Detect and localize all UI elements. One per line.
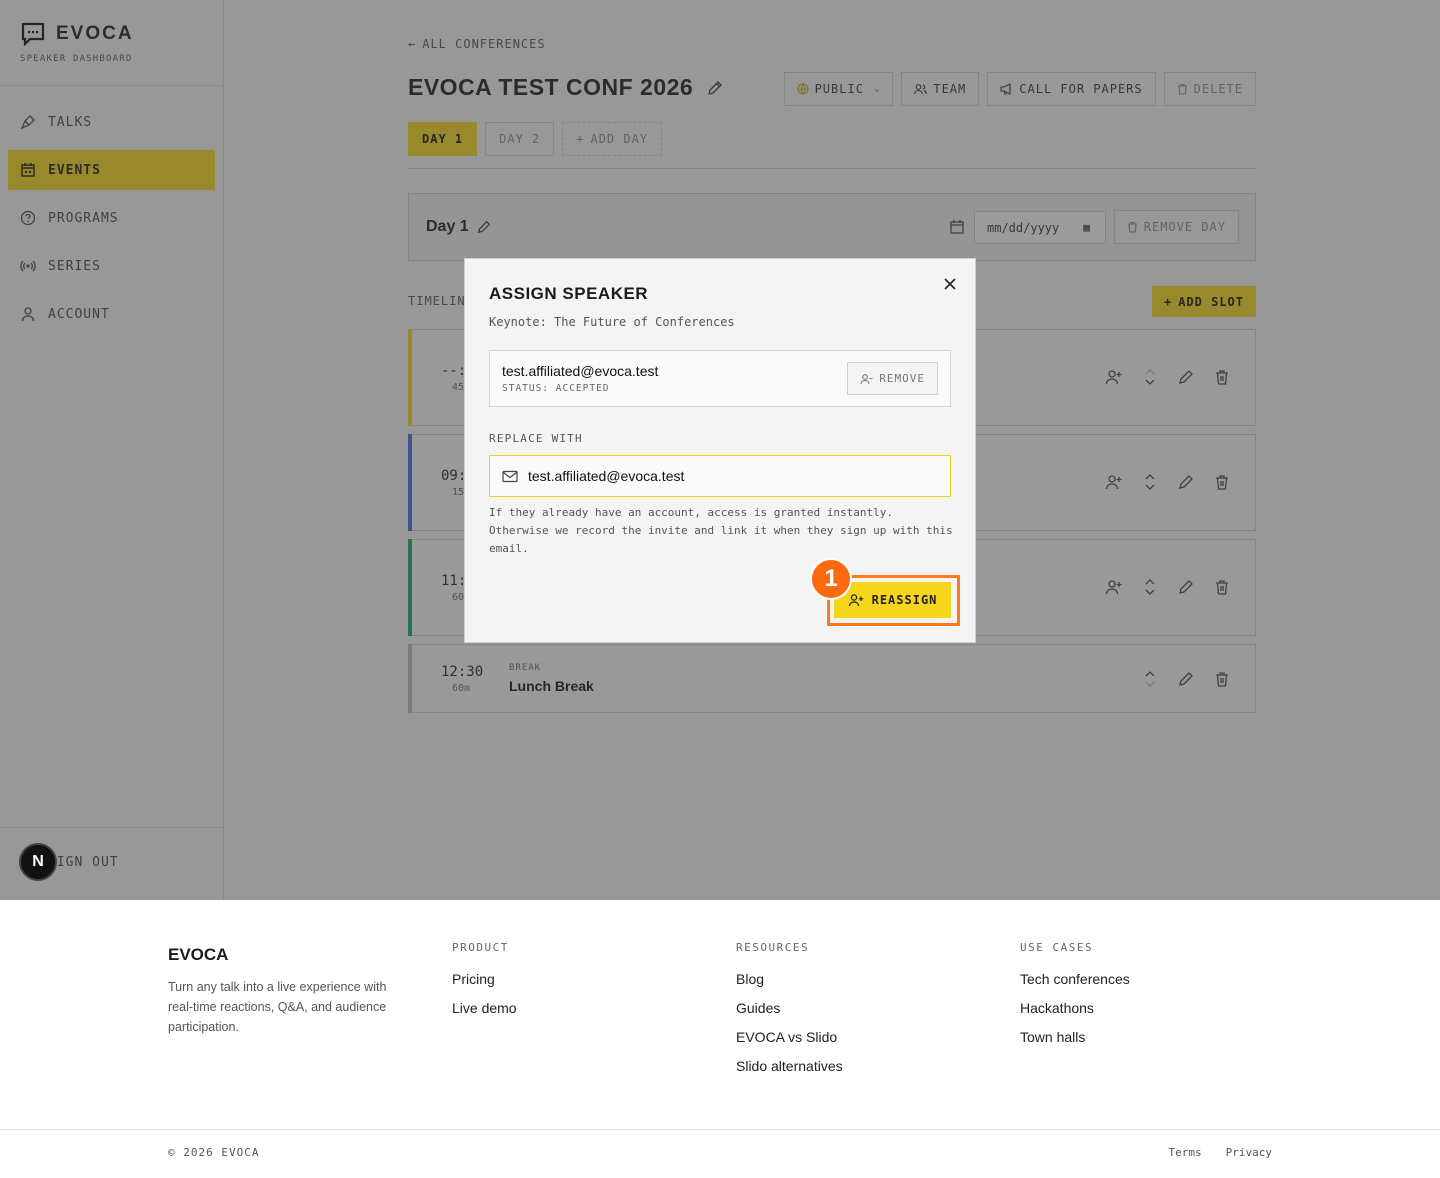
footer-column-title: RESOURCES — [736, 941, 810, 954]
terms-link[interactable]: Terms — [1169, 1146, 1202, 1159]
mail-icon — [502, 470, 518, 482]
dev-tools-badge[interactable]: N — [19, 843, 57, 881]
footer-column-product: PRODUCT Pricing Live demo — [452, 941, 517, 1029]
dialog-subtitle: Keynote: The Future of Conferences — [489, 315, 735, 329]
footer-link[interactable]: Guides — [736, 1000, 843, 1016]
footer-description: Turn any talk into a live experience wit… — [168, 980, 387, 1034]
site-footer: EVOCA Turn any talk into a live experien… — [0, 900, 1440, 1178]
dialog-title: ASSIGN SPEAKER — [489, 284, 649, 303]
legal-links: Terms Privacy — [1169, 1146, 1272, 1159]
current-speaker-status: STATUS: ACCEPTED — [502, 383, 610, 394]
footer-link[interactable]: Tech conferences — [1020, 971, 1130, 987]
replace-email-input[interactable]: test.affiliated@evoca.test — [489, 455, 951, 497]
footer-link[interactable]: Pricing — [452, 971, 517, 987]
help-text: If they already have an account, access … — [489, 506, 953, 555]
replace-email-value: test.affiliated@evoca.test — [528, 468, 685, 484]
current-speaker-email: test.affiliated@evoca.test — [502, 363, 659, 379]
close-icon[interactable] — [942, 276, 958, 292]
remove-speaker-button[interactable]: REMOVE — [847, 362, 938, 395]
privacy-link[interactable]: Privacy — [1226, 1146, 1272, 1159]
copyright: © 2026 EVOCA — [168, 1146, 260, 1159]
footer-link[interactable]: Slido alternatives — [736, 1058, 843, 1074]
footer-link[interactable]: Hackathons — [1020, 1000, 1130, 1016]
remove-label: REMOVE — [879, 372, 925, 385]
footer-link[interactable]: EVOCA vs Slido — [736, 1029, 843, 1045]
divider — [0, 1129, 1440, 1130]
footer-column-resources: RESOURCES Blog Guides EVOCA vs Slido Sli… — [736, 941, 843, 1087]
current-speaker-card: test.affiliated@evoca.test STATUS: ACCEP… — [489, 350, 951, 407]
reassign-button[interactable]: REASSIGN — [834, 582, 951, 618]
footer-link[interactable]: Town halls — [1020, 1029, 1130, 1045]
footer-link[interactable]: Blog — [736, 971, 843, 987]
app-window: EVOCA SPEAKER DASHBOARD TALKS EVENTS PRO… — [0, 0, 1440, 900]
user-minus-icon — [860, 373, 873, 384]
footer-column-title: USE CASES — [1020, 941, 1094, 954]
footer-column-use-cases: USE CASES Tech conferences Hackathons To… — [1020, 941, 1130, 1058]
step-marker: 1 — [810, 558, 852, 600]
assign-speaker-dialog: ASSIGN SPEAKER Keynote: The Future of Co… — [464, 258, 976, 643]
footer-brand[interactable]: EVOCA — [168, 945, 228, 965]
user-plus-icon — [848, 594, 863, 607]
footer-column-title: PRODUCT — [452, 941, 509, 954]
footer-link[interactable]: Live demo — [452, 1000, 517, 1016]
reassign-label: REASSIGN — [871, 593, 938, 607]
replace-with-label: REPLACE WITH — [489, 432, 583, 445]
